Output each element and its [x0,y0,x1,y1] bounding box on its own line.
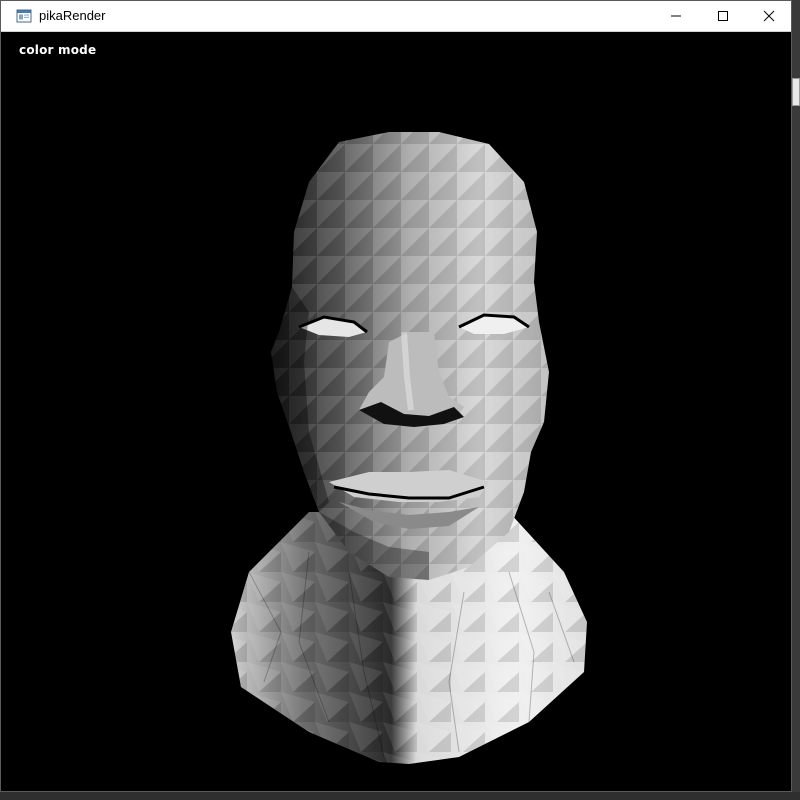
head-mesh-render [231,132,587,764]
background-window-tab [792,78,800,106]
maximize-button[interactable] [700,1,746,31]
app-window: pikaRender color mode [0,0,792,792]
window-title: pikaRender [39,8,106,23]
minimize-button[interactable] [653,1,699,31]
close-icon [763,10,775,22]
background-taskbar-edge [0,792,800,800]
render-mode-label: color mode [19,43,97,57]
maximize-icon [718,11,728,21]
background-strip [792,0,800,800]
title-bar[interactable]: pikaRender [1,1,791,32]
minimize-icon [671,15,681,17]
render-viewport[interactable]: color mode [9,32,791,791]
window-app-icon[interactable] [16,8,32,24]
close-button[interactable] [746,1,792,31]
